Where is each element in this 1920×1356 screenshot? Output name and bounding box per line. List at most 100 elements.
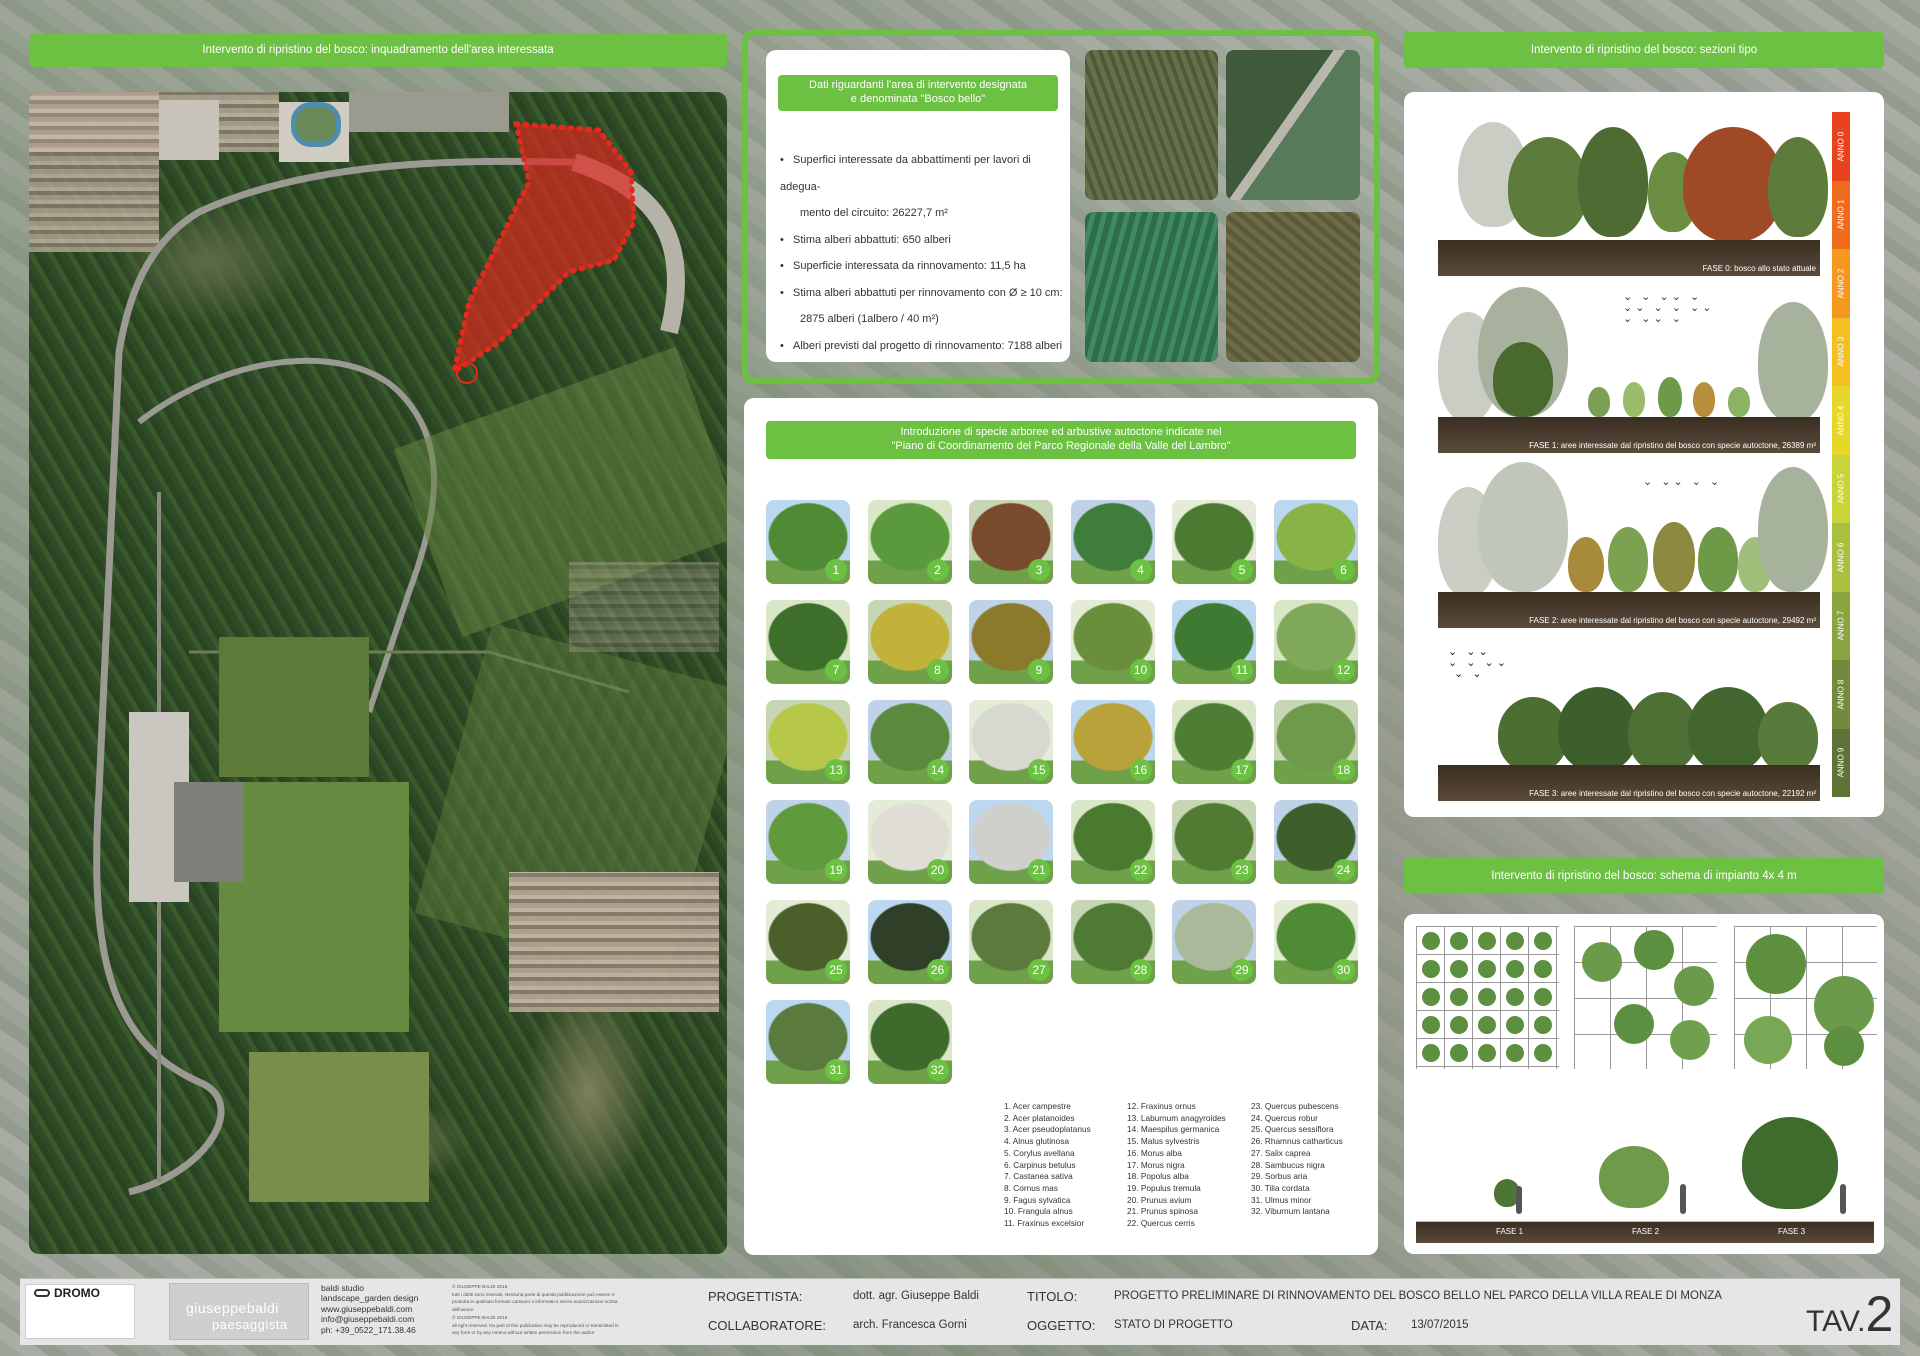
species-photo: 25 (766, 900, 850, 984)
planted-tree (1744, 1016, 1792, 1064)
copyright: © GIUSEPPE BALDI 2015 tutti i diritti son… (452, 1284, 619, 1336)
planted-tree (1478, 960, 1496, 978)
planted-tree (1674, 966, 1714, 1006)
planted-tree (1634, 930, 1674, 970)
species-photo: 17 (1172, 700, 1256, 784)
planted-tree (1824, 1026, 1864, 1066)
year-segment: ANNO 6 (1832, 523, 1850, 592)
species-number-badge: 7 (825, 659, 847, 681)
left-title-bar: Intervento di ripristino del bosco: inqu… (29, 34, 727, 67)
data-label: DATA: (1351, 1318, 1388, 1333)
aerial-photo-4 (1226, 212, 1360, 362)
planted-tree (1506, 932, 1524, 950)
species-number-badge: 25 (825, 959, 847, 981)
planted-tree (1614, 1004, 1654, 1044)
brand-line2: paesaggista (212, 1317, 288, 1332)
species-photo: 22 (1070, 800, 1155, 884)
species-panel: Introduzione di specie arboree ed arbust… (744, 398, 1378, 1255)
species-photo: 27 (969, 900, 1053, 984)
planting-grid-3 (1734, 926, 1877, 1069)
species-photo: 28 (1070, 900, 1155, 984)
species-number-badge: 26 (926, 959, 949, 981)
intervention-area (450, 121, 637, 384)
planted-tree (1746, 934, 1806, 994)
species-number-badge: 15 (1028, 759, 1050, 781)
aerial-photo-1 (1085, 50, 1218, 200)
species-number-badge: 16 (1129, 759, 1152, 781)
planted-tree (1506, 960, 1524, 978)
planted-tree (1450, 932, 1468, 950)
year-segment: ANNO 3 (1832, 317, 1850, 386)
species-photo: 11 (1172, 600, 1256, 684)
schema-title: Intervento di ripristino del bosco: sche… (1491, 869, 1797, 882)
planted-tree (1534, 1044, 1552, 1062)
species-photo: 20 (867, 800, 952, 884)
species-photo: 30 (1273, 900, 1358, 984)
species-photo: 7 (766, 600, 850, 684)
species-number-badge: 3 (1028, 559, 1050, 581)
species-number-badge: 27 (1028, 959, 1050, 981)
bullet-4b: 2875 alberi (1albero / 40 m²) (800, 313, 939, 325)
species-photo: 15 (969, 700, 1053, 784)
species-photo: 18 (1273, 700, 1358, 784)
species-photo: 14 (867, 700, 952, 784)
species-number-badge: 4 (1129, 559, 1152, 581)
schema-fase3: FASE 3 (1778, 1227, 1806, 1236)
planted-tree (1534, 932, 1552, 950)
year-segment: ANNO 2 (1832, 249, 1850, 318)
collaboratore-label: COLLABORATORE: (708, 1318, 826, 1333)
species-title-line2: "Piano di Coordinamento del Parco Region… (891, 440, 1231, 452)
species-number-badge: 32 (926, 1059, 949, 1081)
bullet-2: • Stima alberi abbattuti: 650 alberi (780, 233, 951, 246)
species-number-badge: 23 (1231, 859, 1253, 881)
year-segment: ANNO 9 (1832, 728, 1850, 797)
species-photo: 16 (1070, 700, 1155, 784)
species-photo: 4 (1070, 500, 1155, 584)
years-scale: ANNO 0 ANNO 1 ANNO 2 ANNO 3 ANNO 4 ANNO 5 ANNO… (1832, 112, 1850, 797)
planted-tree (1534, 988, 1552, 1006)
section-fase3: ⌄ ⌄⌄ ⌄ ⌄ ⌄⌄ ⌄ ⌄ FASE 3: aree interessate … (1438, 632, 1820, 804)
species-photo: 3 (969, 500, 1053, 584)
collaboratore-value: arch. Francesca Gorni (853, 1319, 967, 1331)
species-number-badge: 29 (1231, 959, 1253, 981)
fase2-caption: FASE 2: aree interessate dal ripristino … (1529, 616, 1816, 625)
section-fase2: ⌄ ⌄⌄ ⌄ ⌄ FASE 2: aree interessate dal ri… (1438, 457, 1828, 629)
species-number-badge: 18 (1332, 759, 1355, 781)
schema-title-bar: Intervento di ripristino del bosco: sche… (1404, 858, 1884, 894)
data-panel-title: Dati riguardanti l'area di intervento de… (778, 75, 1058, 111)
species-number-badge: 13 (825, 759, 847, 781)
species-number-badge: 14 (926, 759, 949, 781)
sections-panel: FASE 0: bosco allo stato attuale ⌄ ⌄ ⌄⌄ … (1404, 92, 1884, 817)
sections-title-bar: Intervento di ripristino del bosco: sezi… (1404, 32, 1884, 68)
studio-contacts: baldi studio landscape_garden design www.g… (321, 1283, 419, 1335)
species-photo: 24 (1273, 800, 1358, 884)
schema-fase1: FASE 1 (1496, 1227, 1524, 1236)
left-title: Intervento di ripristino del bosco: inqu… (202, 44, 554, 57)
species-number-badge: 12 (1332, 659, 1355, 681)
fase1-caption: FASE 1: aree interessate dal ripristino … (1529, 441, 1816, 450)
schema-panel: FASE 1 FASE 2 FASE 3 (1404, 914, 1884, 1254)
data-panel: Dati riguardanti l'area di intervento de… (766, 50, 1070, 362)
species-number-badge: 24 (1332, 859, 1355, 881)
species-number-badge: 19 (825, 859, 847, 881)
oggetto-label: OGGETTO: (1027, 1318, 1096, 1333)
tav-prefix: TAV. (1806, 1305, 1866, 1338)
species-photo: 19 (766, 800, 850, 884)
planted-tree (1450, 1044, 1468, 1062)
species-number-badge: 9 (1028, 659, 1050, 681)
title-block: DROMO giuseppebaldi paesaggista baldi st… (20, 1278, 1900, 1345)
bullet-4: • Stima alberi abbattuti per rinnovament… (780, 286, 1063, 299)
planted-tree (1506, 1044, 1524, 1062)
section-fase0: FASE 0: bosco allo stato attuale (1438, 112, 1828, 277)
bullet-5: • Alberi previsti dal progetto di rinnov… (780, 339, 1063, 352)
planted-tree (1422, 960, 1440, 978)
section-fase1: ⌄ ⌄ ⌄⌄ ⌄ ⌄⌄ ⌄ ⌄ ⌄⌄ ⌄ ⌄⌄ ⌄ FASE 1: aree int… (1438, 282, 1828, 454)
tav-digit: 2 (1865, 1286, 1894, 1342)
species-photo: 29 (1172, 900, 1256, 984)
bullet-1b: mento del circuito: 26227,7 m² (800, 207, 948, 219)
species-title-line1: Introduzione di specie arboree ed arbust… (900, 426, 1222, 439)
species-number-badge: 8 (926, 659, 949, 681)
species-photo: 10 (1070, 600, 1155, 684)
planted-tree (1478, 1016, 1496, 1034)
data-bullets: • Superfici interessate da abbattimenti … (780, 147, 1070, 359)
